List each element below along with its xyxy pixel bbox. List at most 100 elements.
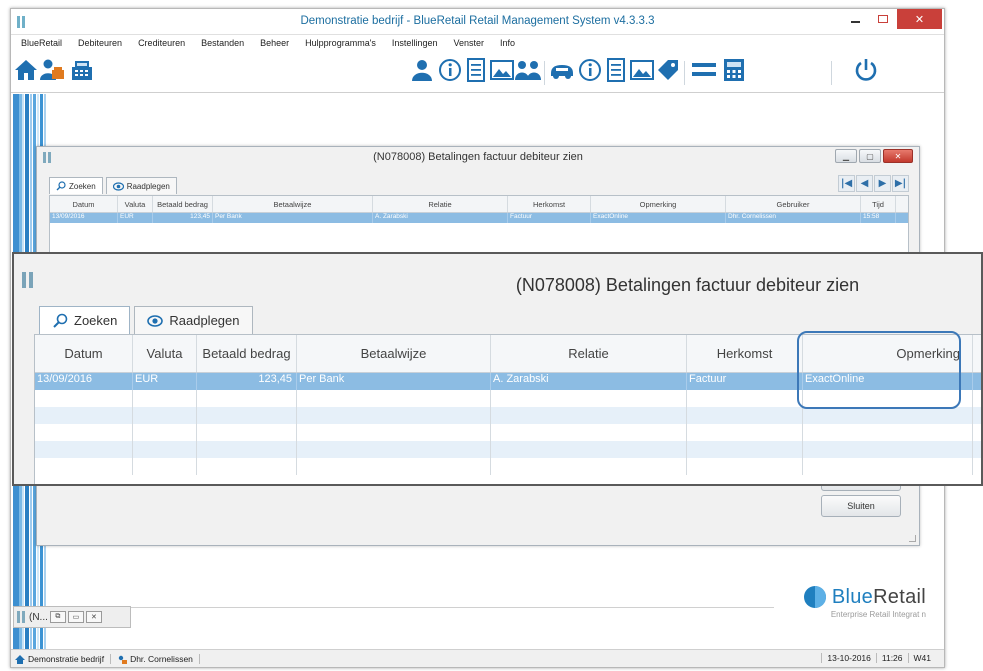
table-row[interactable]	[35, 407, 981, 424]
minimize-icon	[850, 21, 860, 23]
column-header-datum[interactable]: Datum	[50, 196, 118, 212]
column-header-betaalwijze[interactable]: Betaalwijze	[213, 196, 373, 212]
next-record-button[interactable]: ▶	[874, 175, 891, 192]
record-navigation: |◀ ◀ ▶ ▶|	[838, 175, 909, 192]
cell-betaalwijze: Per Bank	[213, 213, 373, 223]
info-icon[interactable]	[437, 57, 463, 83]
child-tabs: Zoeken Raadplegen	[49, 177, 177, 194]
status-date: 13-10-2016	[821, 653, 875, 663]
cell-datum: 13/09/2016	[35, 373, 133, 390]
column-header-relatie[interactable]: Relatie	[373, 196, 508, 212]
list-icon[interactable]	[603, 57, 629, 83]
minimized-window[interactable]: (N... ⧉ ▭ ✕	[13, 606, 131, 628]
menu-instellingen[interactable]: Instellingen	[384, 35, 446, 52]
title-bar: Demonstratie bedrijf - BlueRetail Retail…	[11, 9, 944, 35]
menu-bar: BlueRetail Debiteuren Crediteuren Bestan…	[11, 35, 944, 52]
menu-crediteuren[interactable]: Crediteuren	[130, 35, 193, 52]
power-icon[interactable]	[853, 57, 879, 83]
status-bar: Demonstratie bedrijf Dhr. Cornelissen 13…	[11, 649, 944, 667]
window-icon	[17, 611, 25, 623]
list-icon[interactable]	[463, 57, 489, 83]
table-row[interactable]	[35, 424, 981, 441]
restore-button[interactable]: ⧉	[49, 611, 66, 623]
image-icon[interactable]	[489, 57, 515, 83]
column-header-gebruiker[interactable]: Gebruiker	[726, 196, 861, 212]
menu-venster[interactable]: Venster	[445, 35, 492, 52]
last-record-button[interactable]: ▶|	[892, 175, 909, 192]
calculator-icon[interactable]	[721, 57, 747, 83]
bars-icon[interactable]	[691, 57, 717, 83]
previous-record-button[interactable]: ◀	[856, 175, 873, 192]
brand-divider	[77, 607, 774, 608]
maximize-button[interactable]: ▢	[859, 149, 881, 163]
toolbar-separator	[544, 61, 545, 85]
table-row[interactable]	[35, 458, 981, 475]
cell-bedrag: 123,45	[197, 373, 297, 390]
first-record-button[interactable]: |◀	[838, 175, 855, 192]
person-icon[interactable]	[409, 57, 435, 83]
cell-betaalwijze: Per Bank	[297, 373, 491, 390]
tab-raadplegen[interactable]: Raadplegen	[105, 177, 177, 194]
column-header-tijd[interactable]: Tijd	[861, 196, 896, 212]
maximize-icon	[878, 15, 888, 23]
cars-icon[interactable]	[549, 57, 575, 83]
opmerking-highlight	[797, 331, 961, 409]
column-header-herkomst[interactable]: Herkomst	[508, 196, 591, 212]
column-header-betaald-bedrag[interactable]: Betaald bedrag	[197, 335, 297, 372]
minimize-button[interactable]	[841, 9, 869, 29]
menu-hulpprogrammas[interactable]: Hulpprogramma's	[297, 35, 384, 52]
child-window-controls: ▁ ▢ ✕	[835, 149, 913, 163]
column-header-betaalwijze[interactable]: Betaalwijze	[297, 335, 491, 372]
cell-herkomst: Factuur	[687, 373, 803, 390]
maximize-button[interactable]	[869, 9, 897, 29]
toolbar-separator	[684, 61, 685, 85]
column-header-datum[interactable]: Datum	[35, 335, 133, 372]
menu-blueretail[interactable]: BlueRetail	[13, 35, 70, 52]
brand-logo: BlueRetail Enterprise Retail Integrat n	[803, 585, 926, 619]
window-controls: ✕	[841, 9, 942, 29]
status-week: W41	[907, 653, 936, 663]
tab-zoeken[interactable]: Zoeken	[39, 306, 131, 334]
info-icon[interactable]	[577, 57, 603, 83]
status-time: 11:26	[875, 653, 908, 663]
table-row[interactable]	[35, 441, 981, 458]
close-window-button[interactable]: Sluiten	[821, 495, 901, 517]
menu-debiteuren[interactable]: Debiteuren	[70, 35, 130, 52]
window-title: Demonstratie bedrijf - BlueRetail Retail…	[300, 15, 655, 27]
users-icon[interactable]	[39, 57, 65, 83]
toolbar-separator	[831, 61, 832, 85]
cell-herkomst: Factuur	[508, 213, 591, 223]
cell-datum: 13/09/2016	[50, 213, 118, 223]
child-title-bar: (N078008) Betalingen factuur debiteur zi…	[37, 147, 919, 167]
column-header-opmerking[interactable]: Opmerking	[591, 196, 726, 212]
column-header-valuta[interactable]: Valuta	[133, 335, 197, 372]
group-icon[interactable]	[515, 57, 541, 83]
register-icon[interactable]	[69, 57, 95, 83]
menu-bestanden[interactable]: Bestanden	[193, 35, 252, 52]
menu-info[interactable]: Info	[492, 35, 523, 52]
close-button[interactable]: ✕	[897, 9, 942, 29]
tab-zoeken[interactable]: Zoeken	[49, 177, 103, 194]
close-button[interactable]: ✕	[883, 149, 913, 163]
column-header-relatie[interactable]: Relatie	[491, 335, 687, 372]
status-company: Demonstratie bedrijf	[15, 654, 112, 664]
image-icon[interactable]	[629, 57, 655, 83]
column-header-betaald-bedrag[interactable]: Betaald bedrag	[153, 196, 213, 212]
cell-relatie: A. Zarabski	[491, 373, 687, 390]
search-icon	[56, 181, 66, 191]
toolbar	[11, 53, 944, 93]
tag-icon[interactable]	[655, 57, 681, 83]
table-row[interactable]: 13/09/2016 EUR 123,45 Per Bank A. Zarabs…	[50, 213, 908, 223]
maximize-button[interactable]: ▭	[67, 611, 84, 623]
close-button[interactable]: ✕	[85, 611, 102, 623]
grid-header: Datum Valuta Betaald bedrag Betaalwijze …	[50, 196, 908, 213]
column-header-valuta[interactable]: Valuta	[118, 196, 153, 212]
cell-opmerking: ExactOnline	[591, 213, 726, 223]
menu-beheer[interactable]: Beheer	[252, 35, 297, 52]
resize-grip[interactable]	[909, 535, 916, 542]
home-icon[interactable]	[13, 57, 39, 83]
column-header-herkomst[interactable]: Herkomst	[687, 335, 803, 372]
tab-raadplegen[interactable]: Raadplegen	[134, 306, 253, 334]
minimized-window-label: (N...	[29, 611, 48, 623]
minimize-button[interactable]: ▁	[835, 149, 857, 163]
